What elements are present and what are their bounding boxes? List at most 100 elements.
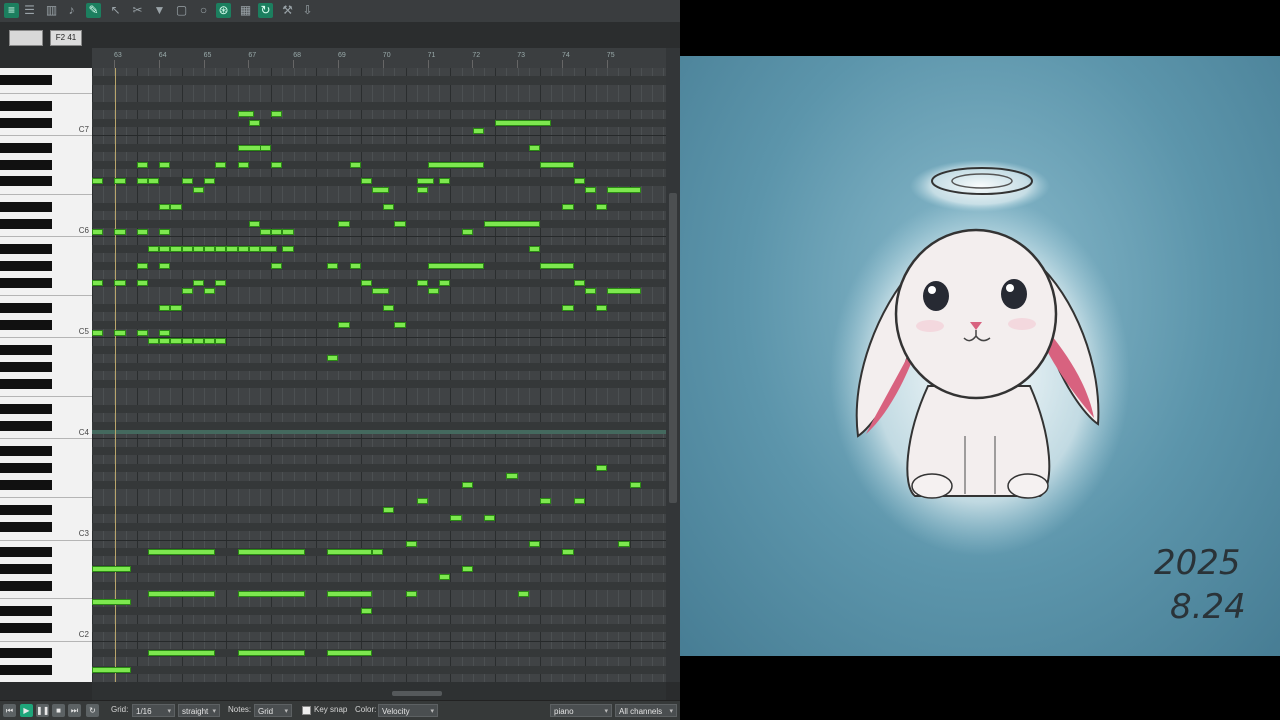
- black-key[interactable]: [0, 159, 52, 170]
- midi-note[interactable]: [439, 178, 451, 185]
- midi-note[interactable]: [372, 186, 389, 193]
- midi-note[interactable]: [114, 330, 126, 337]
- slice-tool-icon[interactable]: ✂: [130, 3, 145, 18]
- midi-note[interactable]: [248, 119, 260, 126]
- midi-note[interactable]: [92, 279, 104, 286]
- midi-note[interactable]: [260, 144, 272, 151]
- midi-note[interactable]: [181, 338, 193, 345]
- black-key[interactable]: [0, 403, 52, 414]
- midi-note[interactable]: [428, 287, 440, 294]
- stop-button[interactable]: ■: [52, 704, 65, 717]
- midi-note[interactable]: [204, 245, 216, 252]
- midi-note[interactable]: [148, 649, 216, 656]
- midi-note[interactable]: [338, 220, 350, 227]
- midi-note[interactable]: [327, 355, 339, 362]
- midi-note[interactable]: [237, 111, 255, 118]
- black-key[interactable]: [0, 319, 52, 330]
- black-key[interactable]: [0, 344, 52, 355]
- midi-note[interactable]: [540, 161, 574, 168]
- midi-note[interactable]: [192, 186, 204, 193]
- midi-note[interactable]: [484, 220, 540, 227]
- midi-note[interactable]: [159, 203, 171, 210]
- midi-note[interactable]: [92, 178, 104, 185]
- black-key[interactable]: [0, 201, 52, 212]
- midi-note[interactable]: [282, 245, 294, 252]
- black-key[interactable]: [0, 521, 52, 532]
- midi-note[interactable]: [271, 228, 283, 235]
- black-key[interactable]: [0, 302, 52, 313]
- black-key[interactable]: [0, 504, 52, 515]
- midi-note[interactable]: [148, 548, 216, 555]
- midi-note[interactable]: [349, 161, 361, 168]
- midi-note[interactable]: [360, 279, 372, 286]
- midi-note[interactable]: [148, 338, 160, 345]
- midi-note[interactable]: [159, 338, 171, 345]
- midi-note[interactable]: [237, 245, 249, 252]
- midi-note[interactable]: [360, 178, 372, 185]
- midi-note[interactable]: [360, 607, 372, 614]
- midi-note[interactable]: [92, 228, 104, 235]
- midi-note[interactable]: [92, 565, 132, 572]
- midi-note[interactable]: [226, 245, 238, 252]
- play-button[interactable]: ▶: [20, 704, 33, 717]
- black-key[interactable]: [0, 664, 52, 675]
- pause-button[interactable]: ❚❚: [36, 704, 49, 717]
- midi-note[interactable]: [215, 161, 227, 168]
- horizontal-scroll-thumb[interactable]: [392, 691, 442, 696]
- piano-keyboard[interactable]: C7 C6 C5 C4 C3 C2: [0, 68, 93, 682]
- midi-note[interactable]: [192, 279, 204, 286]
- key-snap-checkbox[interactable]: [302, 706, 311, 715]
- midi-note[interactable]: [136, 330, 148, 337]
- midi-note[interactable]: [192, 338, 204, 345]
- midi-note[interactable]: [136, 161, 148, 168]
- midi-note[interactable]: [159, 161, 171, 168]
- black-key[interactable]: [0, 445, 52, 456]
- midi-note[interactable]: [327, 548, 372, 555]
- midi-note[interactable]: [327, 262, 339, 269]
- midi-note[interactable]: [181, 287, 193, 294]
- midi-note[interactable]: [528, 144, 540, 151]
- midi-note[interactable]: [136, 262, 148, 269]
- midi-note[interactable]: [327, 591, 372, 598]
- midi-note[interactable]: [159, 262, 171, 269]
- midi-note[interactable]: [181, 178, 193, 185]
- black-key[interactable]: [0, 75, 52, 86]
- color-select[interactable]: Velocity ▾: [378, 704, 438, 717]
- midi-note[interactable]: [271, 161, 283, 168]
- midi-note[interactable]: [416, 178, 434, 185]
- midi-note[interactable]: [562, 304, 574, 311]
- instrument-select[interactable]: piano ▾: [550, 704, 612, 717]
- midi-note[interactable]: [204, 338, 216, 345]
- loop-button[interactable]: ↻: [86, 704, 99, 717]
- black-key[interactable]: [0, 563, 52, 574]
- black-key[interactable]: [0, 462, 52, 473]
- midi-note[interactable]: [159, 330, 171, 337]
- midi-note[interactable]: [562, 548, 574, 555]
- midi-note[interactable]: [372, 287, 389, 294]
- midi-note[interactable]: [114, 279, 126, 286]
- midi-note[interactable]: [596, 464, 608, 471]
- midi-note[interactable]: [439, 574, 451, 581]
- midi-note[interactable]: [461, 228, 473, 235]
- midi-note[interactable]: [181, 245, 193, 252]
- midi-note[interactable]: [596, 203, 608, 210]
- vertical-scrollbar[interactable]: [666, 48, 680, 682]
- midi-note[interactable]: [148, 591, 216, 598]
- loop-icon[interactable]: ↻: [258, 3, 273, 18]
- mute-tool-icon[interactable]: ▢: [174, 3, 189, 18]
- midi-note[interactable]: [629, 481, 641, 488]
- midi-note[interactable]: [136, 228, 148, 235]
- midi-note[interactable]: [618, 540, 630, 547]
- midi-note[interactable]: [215, 279, 227, 286]
- midi-note[interactable]: [114, 178, 126, 185]
- note-grid[interactable]: [92, 68, 666, 682]
- black-key[interactable]: [0, 117, 52, 128]
- midi-note[interactable]: [461, 565, 473, 572]
- midi-note[interactable]: [472, 127, 484, 134]
- midi-note[interactable]: [383, 506, 395, 513]
- midi-note[interactable]: [192, 245, 204, 252]
- midi-note[interactable]: [540, 498, 552, 505]
- midi-note[interactable]: [394, 321, 406, 328]
- midi-note[interactable]: [405, 540, 417, 547]
- midi-note[interactable]: [416, 186, 428, 193]
